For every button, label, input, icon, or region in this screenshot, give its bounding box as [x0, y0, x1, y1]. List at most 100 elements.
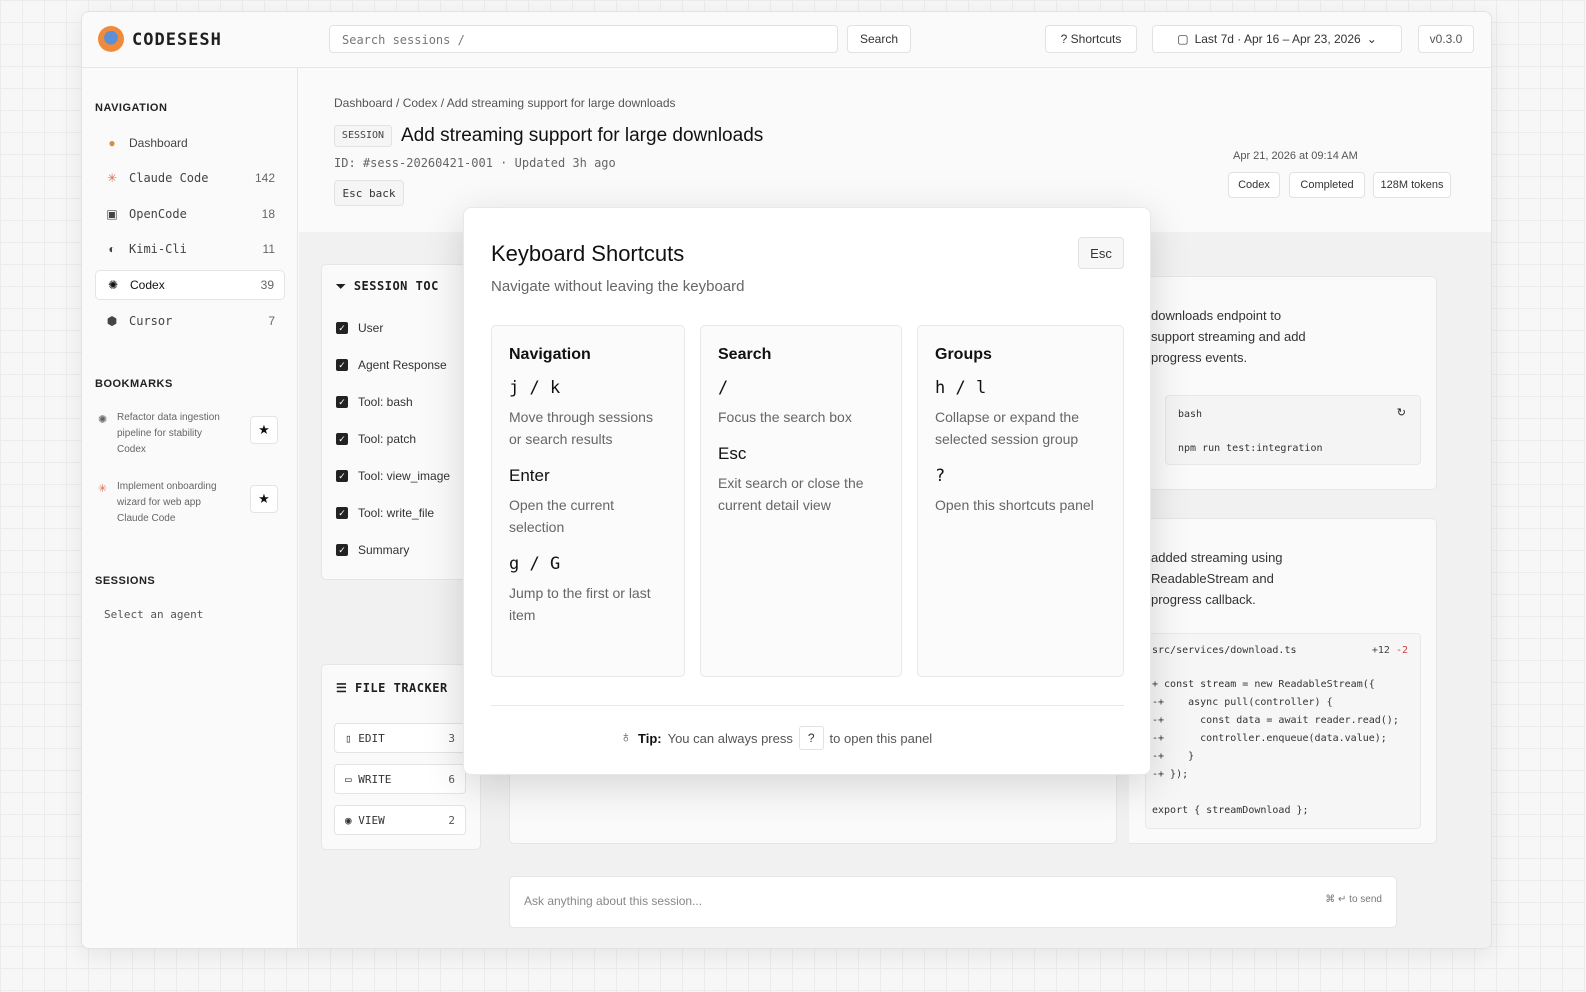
agent-badge: Codex	[1228, 172, 1280, 198]
codex-icon: ✺	[107, 278, 119, 292]
checkbox[interactable]: ✓	[336, 322, 348, 334]
toc-title: SESSION TOC	[353, 279, 439, 293]
claude-icon: ✳	[98, 483, 108, 495]
tracker-write[interactable]: ▭ WRITE 6	[334, 764, 466, 794]
bookmarks-heading: BOOKMARKS	[95, 378, 173, 390]
sidebar-item-claude-code[interactable]: ✳ Claude Code 142	[95, 163, 285, 193]
shortcut-key: g / G	[509, 554, 561, 574]
shortcut-key: h / l	[935, 378, 987, 398]
toc-item-tool-view-image[interactable]: ✓ Tool: view_image	[336, 469, 450, 483]
opencode-icon: ▣	[106, 207, 118, 221]
close-button[interactable]: Esc	[1078, 237, 1124, 269]
toc-item-tool-write-file[interactable]: ✓ Tool: write_file	[336, 506, 434, 520]
sidebar-item-kimi-cli[interactable]: ◐ Kimi-Cli 11	[95, 234, 285, 264]
breadcrumb[interactable]: Dashboard / Codex / Add streaming suppor…	[334, 96, 676, 110]
checkbox[interactable]: ✓	[336, 433, 348, 445]
sessions-empty-text: Select an agent	[104, 608, 204, 621]
shortcut-group-groups: Groups h / l Collapse or expand the sele…	[917, 325, 1124, 677]
shortcut-group-navigation: Navigation j / k Move through sessions o…	[491, 325, 685, 677]
sidebar-item-opencode[interactable]: ▣ OpenCode 18	[95, 199, 285, 229]
toc-item-tool-bash[interactable]: ✓ Tool: bash	[336, 395, 413, 409]
eye-icon: ◉	[345, 813, 359, 827]
sidebar-item-codex[interactable]: ✺ Codex 39	[95, 270, 285, 300]
shortcut-key: ?	[935, 466, 946, 486]
write-icon: ▭	[345, 772, 359, 786]
star-icon[interactable]: ★	[250, 416, 278, 444]
bash-label: bash	[1178, 409, 1203, 420]
date-range-label: Last 7d · Apr 16 – Apr 23, 2026	[1194, 32, 1361, 46]
shortcuts-button[interactable]: ? Shortcuts	[1045, 25, 1137, 53]
divider	[491, 705, 1124, 706]
navigation-heading: NAVIGATION	[95, 102, 168, 114]
bash-block: bash ↻ npm run test:integration	[1165, 395, 1421, 465]
session-toc: ⏷ SESSION TOC ✓ User ✓ Agent Response ✓ Too…	[321, 264, 481, 580]
diff-additions: +12	[1371, 645, 1390, 656]
tracker-edit[interactable]: ▯ EDIT 3	[334, 723, 466, 753]
chevron-down-icon: ⌄	[1366, 32, 1377, 46]
back-button[interactable]: Esc back	[334, 180, 404, 206]
tokens-badge: 128M tokens	[1373, 172, 1451, 198]
tip-key: ?	[798, 726, 824, 750]
ask-input[interactable]: Ask anything about this session... ⌘ ↵ t…	[509, 876, 1397, 928]
bookmark-item[interactable]: ✳ Implement onboarding wizard for web ap…	[95, 479, 285, 529]
toc-item-tool-patch[interactable]: ✓ Tool: patch	[336, 432, 416, 446]
status-badge: Completed	[1289, 172, 1365, 198]
shortcut-key: Enter	[509, 466, 550, 485]
refresh-icon[interactable]: ↻	[1397, 406, 1406, 419]
session-meta: ID: #sess-20260421-001 · Updated 3h ago	[334, 156, 616, 170]
lightbulb-icon: ♁	[620, 729, 632, 746]
bash-command: npm run test:integration	[1178, 443, 1323, 454]
search-button[interactable]: Search	[847, 25, 911, 53]
agent-message: downloads endpoint to support streaming …	[1129, 276, 1437, 490]
claude-icon: ✳	[106, 171, 118, 185]
send-hint: ⌘ ↵ to send	[1325, 894, 1382, 905]
diff-lines: + const stream = new ReadableStream({-+ …	[1152, 679, 1399, 816]
file-tracker: ☰ FILE TRACKER ▯ EDIT 3 ▭ WRITE 6 ◉ VIEW 2	[321, 664, 481, 850]
keyboard-shortcuts-modal: Keyboard Shortcuts Navigate without leav…	[463, 207, 1151, 775]
sidebar-item-cursor[interactable]: ⬢ Cursor 7	[95, 306, 285, 336]
cursor-icon: ⬢	[106, 314, 118, 328]
bookmark-item[interactable]: ✺ Refactor data ingestion pipeline for s…	[95, 410, 285, 460]
filter-icon: ⏷	[336, 279, 354, 293]
checkbox[interactable]: ✓	[336, 396, 348, 408]
checkbox[interactable]: ✓	[336, 544, 348, 556]
page-title: Add streaming support for large download…	[401, 125, 764, 146]
checkbox[interactable]: ✓	[336, 359, 348, 371]
diff-deletions: -2	[1395, 645, 1408, 656]
diff-block: src/services/download.ts +12 -2 + const …	[1145, 633, 1421, 829]
codex-icon: ✺	[98, 414, 108, 426]
toc-item-agent-response[interactable]: ✓ Agent Response	[336, 358, 447, 372]
checkbox[interactable]: ✓	[336, 470, 348, 482]
session-tag: SESSION	[334, 125, 392, 147]
kimi-icon: ◐	[108, 242, 116, 256]
toc-item-summary[interactable]: ✓ Summary	[336, 543, 409, 557]
shortcut-key: j / k	[509, 378, 561, 398]
tracker-view[interactable]: ◉ VIEW 2	[334, 805, 466, 835]
calendar-icon: ▢	[1177, 32, 1189, 46]
modal-tip: ♁ Tip: You can always press ? to open th…	[620, 726, 932, 750]
modal-subtitle: Navigate without leaving the keyboard	[491, 278, 745, 295]
tracker-title: FILE TRACKER	[354, 681, 448, 695]
star-icon[interactable]: ★	[250, 485, 278, 513]
diff-filename: src/services/download.ts	[1152, 645, 1297, 656]
shortcut-group-search: Search / Focus the search box Esc Exit s…	[700, 325, 902, 677]
search-input[interactable]: Search sessions /	[329, 25, 838, 53]
dashboard-icon: ●	[108, 136, 116, 150]
file-tracker-icon: ☰	[336, 681, 355, 695]
agent-message: added streaming using ReadableStream and…	[1129, 518, 1437, 844]
checkbox[interactable]: ✓	[336, 507, 348, 519]
codesesh-logo-icon	[98, 26, 124, 52]
modal-title: Keyboard Shortcuts	[491, 241, 685, 266]
top-bar: CODESESH Search sessions / Search ? Shor…	[82, 12, 1491, 68]
shortcut-key: /	[718, 378, 729, 398]
version-badge: v0.3.0	[1418, 25, 1474, 53]
sidebar: NAVIGATION ● Dashboard ✳ Claude Code 142 ▣ O…	[82, 68, 298, 948]
sidebar-item-dashboard[interactable]: ● Dashboard	[95, 128, 285, 158]
toc-item-user[interactable]: ✓ User	[336, 321, 383, 335]
app-name: CODESESH	[132, 30, 222, 50]
session-date: Apr 21, 2026 at 09:14 AM	[1233, 150, 1358, 162]
sessions-heading: SESSIONS	[95, 575, 156, 587]
shortcut-key: Esc	[718, 444, 747, 463]
date-range-picker[interactable]: ▢ Last 7d · Apr 16 – Apr 23, 2026 ⌄	[1152, 25, 1402, 53]
file-icon: ▯	[345, 731, 359, 745]
